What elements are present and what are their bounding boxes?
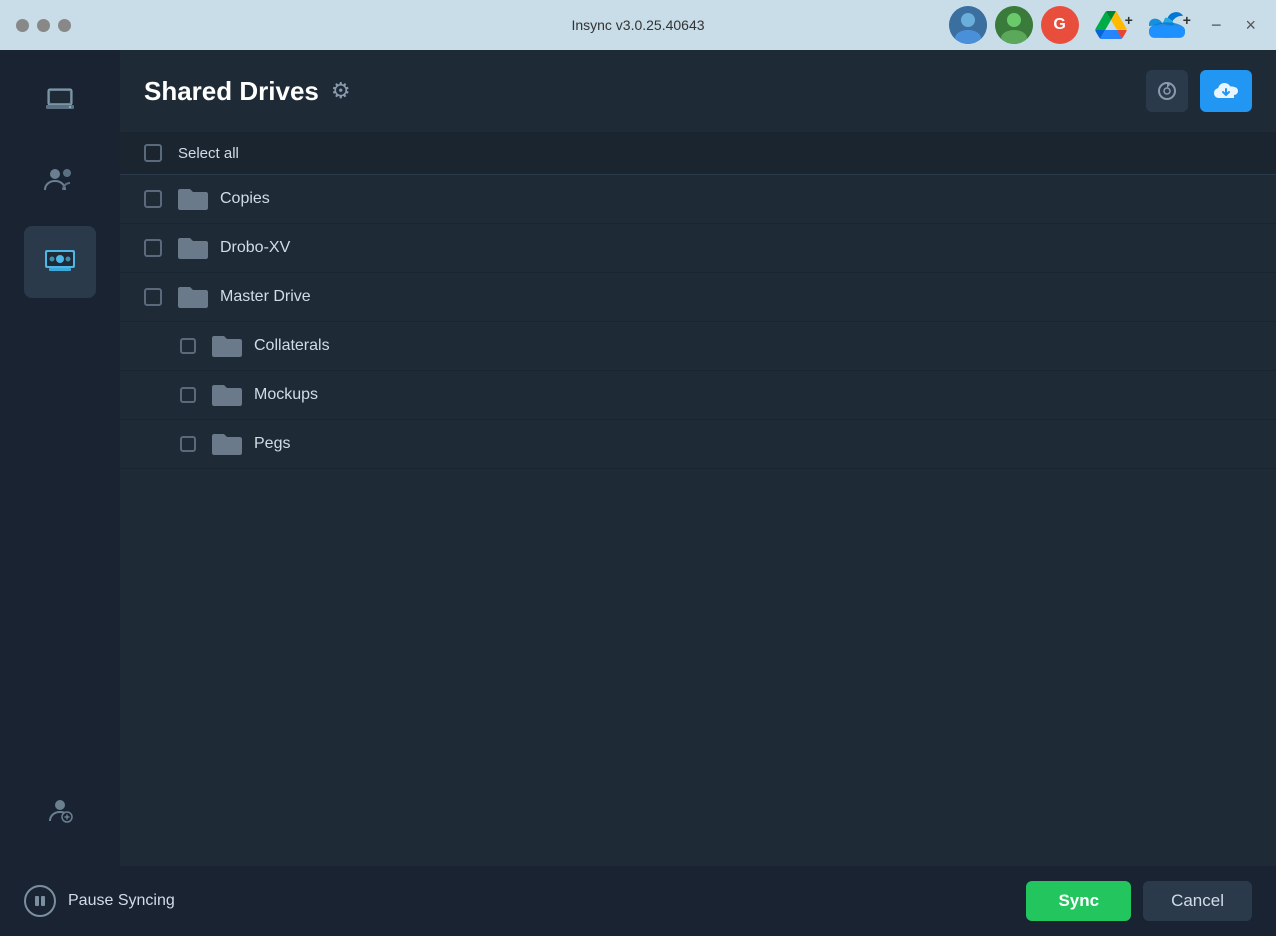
item-name-pegs: Pegs: [254, 435, 290, 453]
sidebar-item-drive[interactable]: [24, 66, 96, 138]
folder-icon-collaterals: [212, 334, 242, 358]
sidebar-item-people[interactable]: [24, 146, 96, 218]
checkbox-drobo-xv[interactable]: [144, 239, 162, 257]
add-gdrive-plus: +: [1125, 12, 1133, 28]
file-row-collaterals[interactable]: Collaterals: [120, 322, 1276, 371]
header-left: Shared Drives ⚙: [144, 76, 351, 107]
account-avatar-3[interactable]: G: [1041, 6, 1079, 44]
sidebar-item-shared-drives[interactable]: [24, 226, 96, 298]
sidebar-item-settings[interactable]: [24, 778, 96, 850]
settings-user-icon: [45, 795, 75, 834]
select-all-label: Select all: [178, 145, 239, 162]
item-name-collaterals: Collaterals: [254, 337, 330, 355]
sync-button[interactable]: Sync: [1026, 881, 1131, 921]
main-layout: Shared Drives ⚙: [0, 50, 1276, 866]
checkbox-pegs[interactable]: [180, 436, 196, 452]
add-onedrive-plus: +: [1183, 12, 1191, 28]
checkbox-collaterals[interactable]: [180, 338, 196, 354]
app-title: Insync v3.0.25.40643: [571, 17, 704, 33]
window-controls: [16, 19, 71, 32]
file-row-drobo-xv[interactable]: Drobo-XV: [120, 224, 1276, 273]
shared-drives-icon: [43, 242, 77, 283]
refresh-button[interactable]: [1146, 70, 1188, 112]
account-avatar-1[interactable]: [949, 6, 987, 44]
file-row-copies[interactable]: Copies: [120, 175, 1276, 224]
content-header: Shared Drives ⚙: [120, 50, 1276, 132]
title-bar-right-section: G + + − ×: [949, 6, 1260, 44]
item-name-drobo-xv: Drobo-XV: [220, 239, 290, 257]
sidebar: [0, 50, 120, 866]
folder-icon-copies: [178, 187, 208, 211]
pause-icon: [24, 885, 56, 917]
minimize-traffic-light[interactable]: [37, 19, 50, 32]
title-bar: Insync v3.0.25.40643 G: [0, 0, 1276, 50]
checkbox-master-drive[interactable]: [144, 288, 162, 306]
item-name-master-drive: Master Drive: [220, 288, 311, 306]
footer-buttons: Sync Cancel: [1026, 881, 1252, 921]
settings-gear-icon[interactable]: ⚙: [331, 78, 351, 104]
add-onedrive-button[interactable]: +: [1149, 11, 1191, 39]
account-avatar-2[interactable]: [995, 6, 1033, 44]
folder-icon-drobo-xv: [178, 236, 208, 260]
item-name-copies: Copies: [220, 190, 270, 208]
maximize-traffic-light[interactable]: [58, 19, 71, 32]
file-list: Select all Copies: [120, 132, 1276, 866]
close-traffic-light[interactable]: [16, 19, 29, 32]
file-row-master-drive[interactable]: Master Drive: [120, 273, 1276, 322]
folder-icon-pegs: [212, 432, 242, 456]
file-row-mockups[interactable]: Mockups: [120, 371, 1276, 420]
minimize-button[interactable]: −: [1207, 11, 1226, 40]
close-button[interactable]: ×: [1241, 11, 1260, 40]
add-google-drive-button[interactable]: +: [1095, 11, 1133, 39]
account-avatars: G: [949, 6, 1079, 44]
page-title: Shared Drives: [144, 76, 319, 107]
content-area: Shared Drives ⚙: [120, 50, 1276, 866]
checkbox-mockups[interactable]: [180, 387, 196, 403]
item-name-mockups: Mockups: [254, 386, 318, 404]
folder-icon-mockups: [212, 383, 242, 407]
select-all-checkbox[interactable]: [144, 144, 162, 162]
checkbox-copies[interactable]: [144, 190, 162, 208]
footer: Pause Syncing Sync Cancel: [0, 866, 1276, 936]
cancel-button[interactable]: Cancel: [1143, 881, 1252, 921]
header-right: [1146, 70, 1252, 112]
select-all-row[interactable]: Select all: [120, 132, 1276, 175]
cloud-sync-button[interactable]: [1200, 70, 1252, 112]
people-icon: [43, 164, 77, 201]
pause-syncing-label: Pause Syncing: [68, 892, 175, 910]
pause-syncing-button[interactable]: Pause Syncing: [24, 885, 175, 917]
folder-icon-master-drive: [178, 285, 208, 309]
file-row-pegs[interactable]: Pegs: [120, 420, 1276, 469]
drive-icon: [44, 83, 76, 122]
